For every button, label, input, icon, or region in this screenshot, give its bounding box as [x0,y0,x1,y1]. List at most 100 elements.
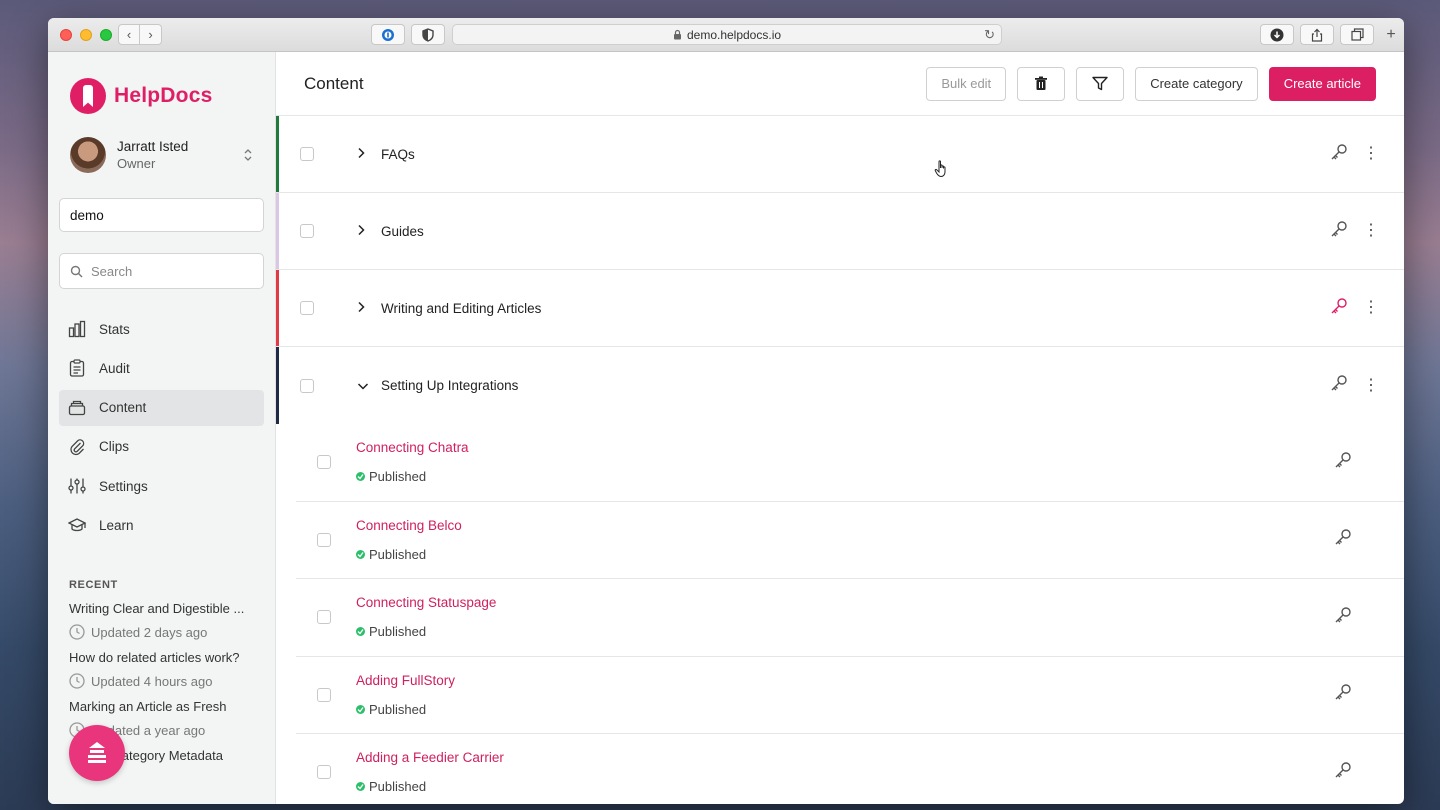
key-icon[interactable] [1330,220,1348,243]
category-row[interactable]: Writing and Editing Articles ⋮ [276,270,1404,347]
status-label: Published [369,701,427,717]
nav-item-learn[interactable]: Learn [59,507,264,543]
article-row[interactable]: Connecting Statuspage Published [296,579,1404,657]
key-icon[interactable] [1334,451,1352,474]
category-row[interactable]: Setting Up Integrations ⋮ [276,347,1404,424]
article-title-link[interactable]: Adding a Feedier Carrier [356,750,1334,765]
nav-item-stats[interactable]: Stats [59,311,264,347]
category-actions: ⋮ [1330,220,1380,243]
avatar [70,137,106,173]
address-bar[interactable]: demo.helpdocs.io ↻ [452,24,1002,45]
key-icon[interactable] [1334,528,1352,551]
category-actions: ⋮ [1330,297,1380,320]
more-options-icon[interactable]: ⋮ [1362,377,1380,394]
key-icon[interactable] [1330,143,1348,166]
domain-input-value: demo [70,207,104,223]
shield-icon [422,27,434,42]
more-options-icon[interactable]: ⋮ [1362,300,1380,316]
recent-item-title: How do related articles work? [69,650,240,666]
article-body: Connecting Chatra Published [356,440,1334,484]
helpdocs-logo-icon [70,78,106,114]
category-checkbox[interactable] [300,147,314,161]
forward-button[interactable]: › [140,24,162,45]
more-options-icon[interactable]: ⋮ [1362,146,1380,162]
key-icon[interactable] [1334,606,1352,629]
filter-button[interactable] [1076,66,1125,101]
search-input[interactable]: Search [59,253,264,289]
article-row[interactable]: Connecting Belco Published [296,502,1404,579]
key-icon[interactable] [1330,374,1348,397]
article-checkbox[interactable] [317,687,331,702]
more-options-icon[interactable]: ⋮ [1362,223,1380,239]
brand[interactable]: HelpDocs [59,52,264,124]
user-name: Jarratt Isted [117,139,189,154]
brand-name: HelpDocs [114,84,213,107]
clock-icon [69,624,85,641]
check-circle-icon [356,472,365,482]
category-row[interactable]: Guides ⋮ [276,193,1404,270]
article-checkbox[interactable] [317,455,331,470]
sliders-icon [67,476,87,496]
password-extension-button[interactable] [371,24,405,45]
minimize-window-button[interactable] [80,29,92,41]
category-checkbox[interactable] [300,224,314,238]
nav-label: Stats [99,321,130,337]
delete-button[interactable] [1017,66,1066,101]
search-icon [70,265,83,277]
tabs-overview-button[interactable] [1340,24,1374,45]
article-title-link[interactable]: Adding FullStory [356,673,1334,688]
article-row[interactable]: Connecting Chatra Published [296,424,1404,502]
back-button[interactable]: ‹ [118,24,140,45]
clock-icon [69,673,85,690]
category-checkbox[interactable] [300,301,314,315]
browser-window: ‹ › demo.helpdocs.io ↻ + HelpDocs Jarrat… [48,18,1404,804]
article-checkbox[interactable] [317,532,331,547]
key-icon[interactable] [1330,297,1348,320]
key-icon[interactable] [1334,761,1352,784]
article-row[interactable]: Adding FullStory Published [296,657,1404,734]
status-label: Published [369,779,427,795]
chevron-right-icon[interactable] [357,301,371,316]
download-icon [1270,28,1284,41]
key-icon[interactable] [1334,683,1352,706]
category-name: Setting Up Integrations [381,378,519,393]
privacy-extension-button[interactable] [411,24,445,45]
new-tab-button[interactable]: + [1380,24,1402,45]
chevron-right-icon[interactable] [357,147,371,162]
article-checkbox[interactable] [317,610,331,625]
chat-launcher-button[interactable] [69,725,125,781]
nav-item-clips[interactable]: Clips [59,429,264,465]
recent-item[interactable]: Writing Clear and Digestible ... Updated… [59,591,264,641]
domain-input[interactable]: demo [59,198,264,232]
nav-item-settings[interactable]: Settings [59,468,264,504]
nav-label: Clips [99,439,130,455]
create-category-button[interactable]: Create category [1135,66,1258,101]
nav-label: Content [99,400,147,416]
user-switcher[interactable]: Jarratt Isted Owner [59,124,264,186]
nav-label: Settings [99,478,148,494]
chevron-down-icon[interactable] [357,379,371,393]
article-checkbox[interactable] [317,765,331,780]
category-checkbox[interactable] [300,378,314,393]
zoom-window-button[interactable] [100,29,112,41]
article-title-link[interactable]: Connecting Statuspage [356,595,1334,610]
article-body: Adding FullStory Published [356,673,1334,717]
downloads-button[interactable] [1260,24,1294,45]
nav-item-audit[interactable]: Audit [59,350,264,386]
create-article-button[interactable]: Create article [1268,66,1376,101]
chevron-right-icon[interactable] [357,224,371,239]
article-title-link[interactable]: Connecting Chatra [356,440,1334,455]
category-row[interactable]: FAQs ⋮ [276,116,1404,193]
share-button[interactable] [1300,24,1334,45]
bulk-edit-button[interactable]: Bulk edit [926,66,1007,101]
check-circle-icon [356,782,365,792]
article-row[interactable]: Adding a Feedier Carrier Published [296,734,1404,804]
graduation-cap-icon [67,515,87,535]
nav-item-content[interactable]: Content [59,389,264,426]
article-title-link[interactable]: Connecting Belco [356,518,1334,533]
recent-item[interactable]: How do related articles work? Updated 4 … [59,640,264,690]
reload-icon[interactable]: ↻ [984,27,995,43]
close-window-button[interactable] [60,29,72,41]
page-title: Content [304,73,364,93]
recent-item-title: Marking an Article as Fresh [69,699,227,715]
